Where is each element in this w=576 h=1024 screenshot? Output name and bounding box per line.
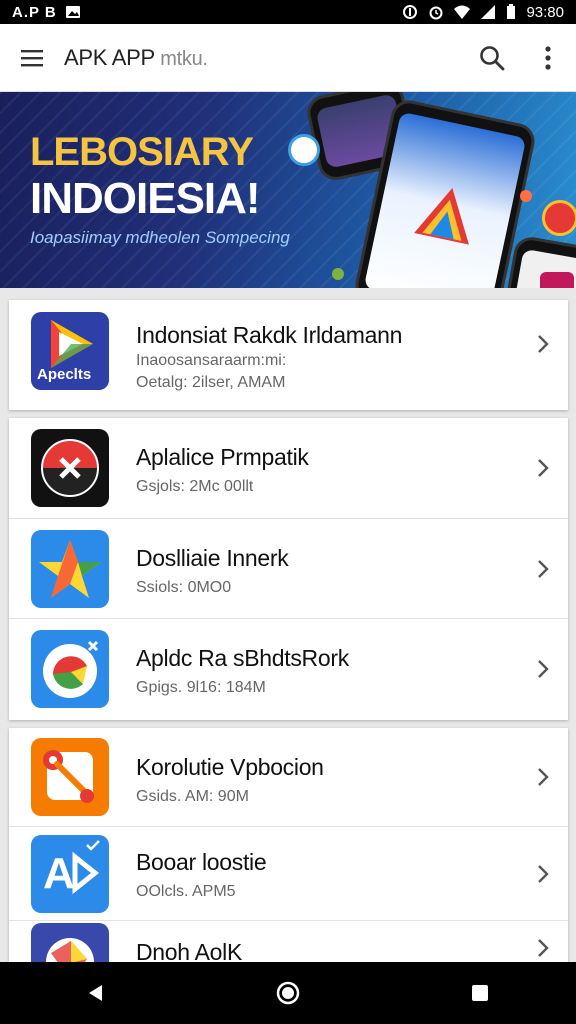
back-icon bbox=[89, 985, 102, 1001]
status-left-text: A.P B bbox=[12, 3, 57, 21]
banner-badge-6 bbox=[520, 190, 532, 202]
app-row[interactable]: A Booar loostie OOlcls. APM5 bbox=[9, 826, 568, 920]
app-name: Booar loostie bbox=[136, 849, 267, 875]
app-title: APK APP mtku. bbox=[64, 45, 208, 71]
orange-tools-icon bbox=[31, 738, 109, 816]
status-bar: A.P B 93:80 bbox=[0, 0, 576, 24]
app-detail-1: Ssiols: 0MO0 bbox=[136, 579, 232, 596]
app-name: Apldc Ra sBhdtsRork bbox=[136, 645, 349, 671]
banner-badge-5 bbox=[332, 268, 344, 280]
wifi-icon bbox=[454, 5, 471, 19]
navigation-bar bbox=[0, 962, 576, 1024]
app-name: Doslliaie Innerk bbox=[136, 545, 289, 571]
chevron-right-icon[interactable] bbox=[532, 457, 554, 479]
play-store-icon: Apeclts bbox=[31, 312, 109, 390]
chevron-right-icon[interactable] bbox=[532, 558, 554, 580]
search-button[interactable] bbox=[464, 24, 520, 92]
app-row[interactable]: Doslliaie Innerk Ssiols: 0MO0 bbox=[9, 518, 568, 618]
search-icon bbox=[480, 45, 505, 70]
more-options-button[interactable] bbox=[520, 24, 576, 92]
data-saver-icon bbox=[403, 5, 418, 19]
ad-icon: A bbox=[31, 835, 109, 913]
recents-button[interactable] bbox=[450, 963, 510, 1023]
banner-badge-2 bbox=[288, 134, 320, 166]
app-row[interactable]: Korolutie Vpbocion Gsids. AM: 90M bbox=[9, 728, 568, 826]
chevron-right-icon[interactable] bbox=[532, 937, 554, 959]
app-row[interactable]: Dnoh AolK bbox=[9, 920, 568, 968]
app-name: Aplalice Prmpatik bbox=[136, 444, 309, 470]
app-card-3: Korolutie Vpbocion Gsids. AM: 90M A Booa… bbox=[9, 728, 568, 968]
app-title-main: APK APP bbox=[64, 44, 155, 70]
app-detail-1: Inaoosansaraarm:mi: bbox=[136, 352, 287, 369]
banner-app-logo-icon bbox=[414, 187, 469, 245]
banner-badge-4 bbox=[540, 272, 574, 288]
app-name: Korolutie Vpbocion bbox=[136, 754, 324, 780]
home-icon bbox=[276, 981, 300, 1005]
app-detail-1: Gsjols: 2Mc 00llt bbox=[136, 478, 254, 495]
app-detail-1: Gpigs. 9l16: 184M bbox=[136, 679, 266, 696]
app-row[interactable]: Apldc Ra sBhdtsRork Gpigs. 9l16: 184M bbox=[9, 618, 568, 718]
home-button[interactable] bbox=[258, 963, 318, 1023]
circle-arrow-icon bbox=[31, 630, 109, 708]
chevron-right-icon[interactable] bbox=[532, 863, 554, 885]
play-store-icon-text: Apeclts bbox=[37, 366, 92, 383]
app-row[interactable]: Apeclts Indonsiat Rakdk Irldamann Inaoos… bbox=[9, 300, 568, 410]
menu-icon bbox=[21, 49, 43, 66]
app-card-1: Apeclts Indonsiat Rakdk Irldamann Inaoos… bbox=[9, 300, 568, 410]
banner-headline-1: LEBOSIARY bbox=[30, 130, 254, 174]
app-bar: APK APP mtku. bbox=[0, 24, 576, 92]
more-vert-icon bbox=[545, 45, 551, 70]
app-detail-1: OOlcls. APM5 bbox=[136, 883, 236, 900]
back-button[interactable] bbox=[66, 963, 126, 1023]
signal-icon bbox=[481, 5, 496, 19]
app-row[interactable]: Aplalice Prmpatik Gsjols: 2Mc 00llt bbox=[9, 418, 568, 518]
app-detail-1: Gsids. AM: 90M bbox=[136, 788, 249, 805]
battery-icon bbox=[507, 4, 516, 19]
chevron-right-icon[interactable] bbox=[532, 658, 554, 680]
app-name: Indonsiat Rakdk Irldamann bbox=[136, 322, 403, 348]
app-detail-2: Oetalg: 2ilser, AMAM bbox=[136, 374, 286, 391]
banner-badge-1 bbox=[542, 200, 576, 236]
star-icon bbox=[31, 530, 109, 608]
chevron-right-icon[interactable] bbox=[532, 766, 554, 788]
image-icon bbox=[65, 6, 80, 18]
menu-button[interactable] bbox=[0, 24, 64, 92]
app-title-suffix: mtku. bbox=[160, 47, 208, 70]
red-compass-icon bbox=[31, 429, 109, 507]
chevron-right-icon[interactable] bbox=[532, 333, 554, 355]
alarm-icon bbox=[429, 6, 443, 20]
status-time: 93:80 bbox=[526, 3, 564, 21]
promo-banner[interactable]: LEBOSIARY INDOIESIA! Ioapasiimay mdheole… bbox=[0, 92, 576, 288]
recents-icon bbox=[472, 985, 488, 1001]
banner-subtitle: Ioapasiimay mdheolen Sompecing bbox=[30, 228, 290, 247]
banner-headline-2: INDOIESIA! bbox=[30, 174, 261, 223]
app-card-2: Aplalice Prmpatik Gsjols: 2Mc 00llt Dosl… bbox=[9, 418, 568, 720]
